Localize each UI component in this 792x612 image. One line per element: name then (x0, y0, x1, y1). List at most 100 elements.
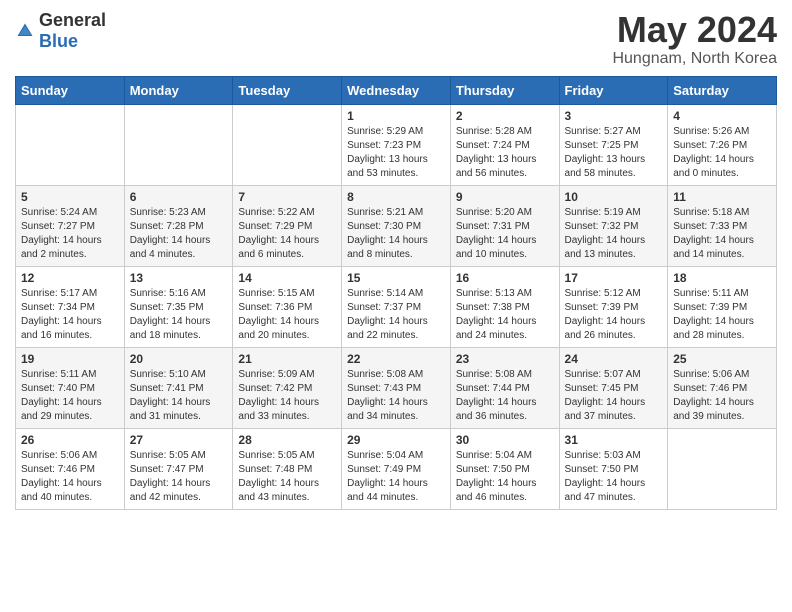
day-number: 13 (130, 271, 228, 285)
day-number: 18 (673, 271, 771, 285)
day-number: 24 (565, 352, 663, 366)
day-info: Sunrise: 5:04 AMSunset: 7:49 PMDaylight:… (347, 449, 445, 505)
weekday-header-tuesday: Tuesday (233, 76, 342, 104)
calendar-cell: 19 Sunrise: 5:11 AMSunset: 7:40 PMDayligh… (16, 347, 125, 428)
logo-general: General (39, 10, 106, 30)
page-subtitle: Hungnam, North Korea (612, 50, 777, 68)
day-info: Sunrise: 5:28 AMSunset: 7:24 PMDaylight:… (456, 125, 554, 181)
calendar-table: SundayMondayTuesdayWednesdayThursdayFrid… (15, 76, 777, 510)
calendar-cell (668, 428, 777, 509)
day-info: Sunrise: 5:08 AMSunset: 7:43 PMDaylight:… (347, 368, 445, 424)
calendar-cell: 22 Sunrise: 5:08 AMSunset: 7:43 PMDayligh… (342, 347, 451, 428)
day-info: Sunrise: 5:24 AMSunset: 7:27 PMDaylight:… (21, 206, 119, 262)
day-number: 8 (347, 190, 445, 204)
day-number: 14 (238, 271, 336, 285)
day-number: 6 (130, 190, 228, 204)
day-info: Sunrise: 5:11 AMSunset: 7:40 PMDaylight:… (21, 368, 119, 424)
day-info: Sunrise: 5:21 AMSunset: 7:30 PMDaylight:… (347, 206, 445, 262)
calendar-cell: 7 Sunrise: 5:22 AMSunset: 7:29 PMDaylight… (233, 185, 342, 266)
calendar-cell: 16Sunrise: 5:13 AMSunset: 7:38 PMDayligh… (450, 266, 559, 347)
calendar-cell: 28 Sunrise: 5:05 AMSunset: 7:48 PMDayligh… (233, 428, 342, 509)
calendar-cell: 12 Sunrise: 5:17 AMSunset: 7:34 PMDayligh… (16, 266, 125, 347)
calendar-cell: 23Sunrise: 5:08 AMSunset: 7:44 PMDayligh… (450, 347, 559, 428)
logo: General Blue (15, 10, 106, 52)
day-info: Sunrise: 5:27 AMSunset: 7:25 PMDaylight:… (565, 125, 663, 181)
day-info: Sunrise: 5:12 AMSunset: 7:39 PMDaylight:… (565, 287, 663, 343)
day-info: Sunrise: 5:05 AMSunset: 7:48 PMDaylight:… (238, 449, 336, 505)
calendar-cell: 30 Sunrise: 5:04 AMSunset: 7:50 PMDayligh… (450, 428, 559, 509)
title-block: May 2024 Hungnam, North Korea (612, 10, 777, 68)
calendar-cell (124, 104, 233, 185)
calendar-week-4: 19 Sunrise: 5:11 AMSunset: 7:40 PMDayligh… (16, 347, 777, 428)
weekday-header-thursday: Thursday (450, 76, 559, 104)
calendar-week-5: 26Sunrise: 5:06 AMSunset: 7:46 PMDayligh… (16, 428, 777, 509)
day-info: Sunrise: 5:17 AMSunset: 7:34 PMDaylight:… (21, 287, 119, 343)
calendar-cell: 18 Sunrise: 5:11 AMSunset: 7:39 PMDayligh… (668, 266, 777, 347)
weekday-header-wednesday: Wednesday (342, 76, 451, 104)
calendar-cell: 29 Sunrise: 5:04 AMSunset: 7:49 PMDayligh… (342, 428, 451, 509)
calendar-cell: 26Sunrise: 5:06 AMSunset: 7:46 PMDayligh… (16, 428, 125, 509)
day-info: Sunrise: 5:19 AMSunset: 7:32 PMDaylight:… (565, 206, 663, 262)
day-number: 28 (238, 433, 336, 447)
calendar-cell (233, 104, 342, 185)
day-info: Sunrise: 5:08 AMSunset: 7:44 PMDaylight:… (456, 368, 554, 424)
calendar-cell: 8 Sunrise: 5:21 AMSunset: 7:30 PMDaylight… (342, 185, 451, 266)
weekday-header-monday: Monday (124, 76, 233, 104)
day-number: 25 (673, 352, 771, 366)
day-number: 29 (347, 433, 445, 447)
day-number: 19 (21, 352, 119, 366)
day-info: Sunrise: 5:09 AMSunset: 7:42 PMDaylight:… (238, 368, 336, 424)
calendar-cell: 1Sunrise: 5:29 AMSunset: 7:23 PMDaylight… (342, 104, 451, 185)
day-info: Sunrise: 5:14 AMSunset: 7:37 PMDaylight:… (347, 287, 445, 343)
day-info: Sunrise: 5:29 AMSunset: 7:23 PMDaylight:… (347, 125, 445, 181)
calendar-cell: 20Sunrise: 5:10 AMSunset: 7:41 PMDayligh… (124, 347, 233, 428)
day-number: 26 (21, 433, 119, 447)
calendar-cell: 31 Sunrise: 5:03 AMSunset: 7:50 PMDayligh… (559, 428, 668, 509)
day-number: 21 (238, 352, 336, 366)
weekday-header-saturday: Saturday (668, 76, 777, 104)
calendar-cell: 11Sunrise: 5:18 AMSunset: 7:33 PMDayligh… (668, 185, 777, 266)
calendar-cell: 24 Sunrise: 5:07 AMSunset: 7:45 PMDayligh… (559, 347, 668, 428)
day-number: 4 (673, 109, 771, 123)
logo-icon (15, 21, 35, 41)
logo-blue: Blue (39, 31, 78, 51)
weekday-header-row: SundayMondayTuesdayWednesdayThursdayFrid… (16, 76, 777, 104)
day-info: Sunrise: 5:03 AMSunset: 7:50 PMDaylight:… (565, 449, 663, 505)
calendar-cell: 17 Sunrise: 5:12 AMSunset: 7:39 PMDayligh… (559, 266, 668, 347)
day-number: 22 (347, 352, 445, 366)
calendar-week-2: 5 Sunrise: 5:24 AMSunset: 7:27 PMDaylight… (16, 185, 777, 266)
day-number: 15 (347, 271, 445, 285)
day-info: Sunrise: 5:20 AMSunset: 7:31 PMDaylight:… (456, 206, 554, 262)
day-info: Sunrise: 5:07 AMSunset: 7:45 PMDaylight:… (565, 368, 663, 424)
day-info: Sunrise: 5:04 AMSunset: 7:50 PMDaylight:… (456, 449, 554, 505)
day-info: Sunrise: 5:23 AMSunset: 7:28 PMDaylight:… (130, 206, 228, 262)
day-info: Sunrise: 5:10 AMSunset: 7:41 PMDaylight:… (130, 368, 228, 424)
calendar-cell: 15 Sunrise: 5:14 AMSunset: 7:37 PMDayligh… (342, 266, 451, 347)
day-info: Sunrise: 5:15 AMSunset: 7:36 PMDaylight:… (238, 287, 336, 343)
calendar-week-1: 1Sunrise: 5:29 AMSunset: 7:23 PMDaylight… (16, 104, 777, 185)
day-number: 5 (21, 190, 119, 204)
day-info: Sunrise: 5:11 AMSunset: 7:39 PMDaylight:… (673, 287, 771, 343)
calendar-cell: 13Sunrise: 5:16 AMSunset: 7:35 PMDayligh… (124, 266, 233, 347)
day-info: Sunrise: 5:22 AMSunset: 7:29 PMDaylight:… (238, 206, 336, 262)
calendar-cell: 14 Sunrise: 5:15 AMSunset: 7:36 PMDayligh… (233, 266, 342, 347)
day-number: 30 (456, 433, 554, 447)
day-number: 16 (456, 271, 554, 285)
day-number: 12 (21, 271, 119, 285)
weekday-header-friday: Friday (559, 76, 668, 104)
calendar-cell (16, 104, 125, 185)
page-header: General Blue May 2024 Hungnam, North Kor… (15, 10, 777, 68)
day-number: 17 (565, 271, 663, 285)
calendar-cell: 5 Sunrise: 5:24 AMSunset: 7:27 PMDaylight… (16, 185, 125, 266)
calendar-cell: 25 Sunrise: 5:06 AMSunset: 7:46 PMDayligh… (668, 347, 777, 428)
weekday-header-sunday: Sunday (16, 76, 125, 104)
calendar-cell: 9 Sunrise: 5:20 AMSunset: 7:31 PMDaylight… (450, 185, 559, 266)
day-number: 7 (238, 190, 336, 204)
day-number: 27 (130, 433, 228, 447)
day-number: 9 (456, 190, 554, 204)
day-number: 31 (565, 433, 663, 447)
calendar-cell: 10Sunrise: 5:19 AMSunset: 7:32 PMDayligh… (559, 185, 668, 266)
calendar-cell: 3 Sunrise: 5:27 AMSunset: 7:25 PMDaylight… (559, 104, 668, 185)
day-info: Sunrise: 5:06 AMSunset: 7:46 PMDaylight:… (673, 368, 771, 424)
day-number: 3 (565, 109, 663, 123)
